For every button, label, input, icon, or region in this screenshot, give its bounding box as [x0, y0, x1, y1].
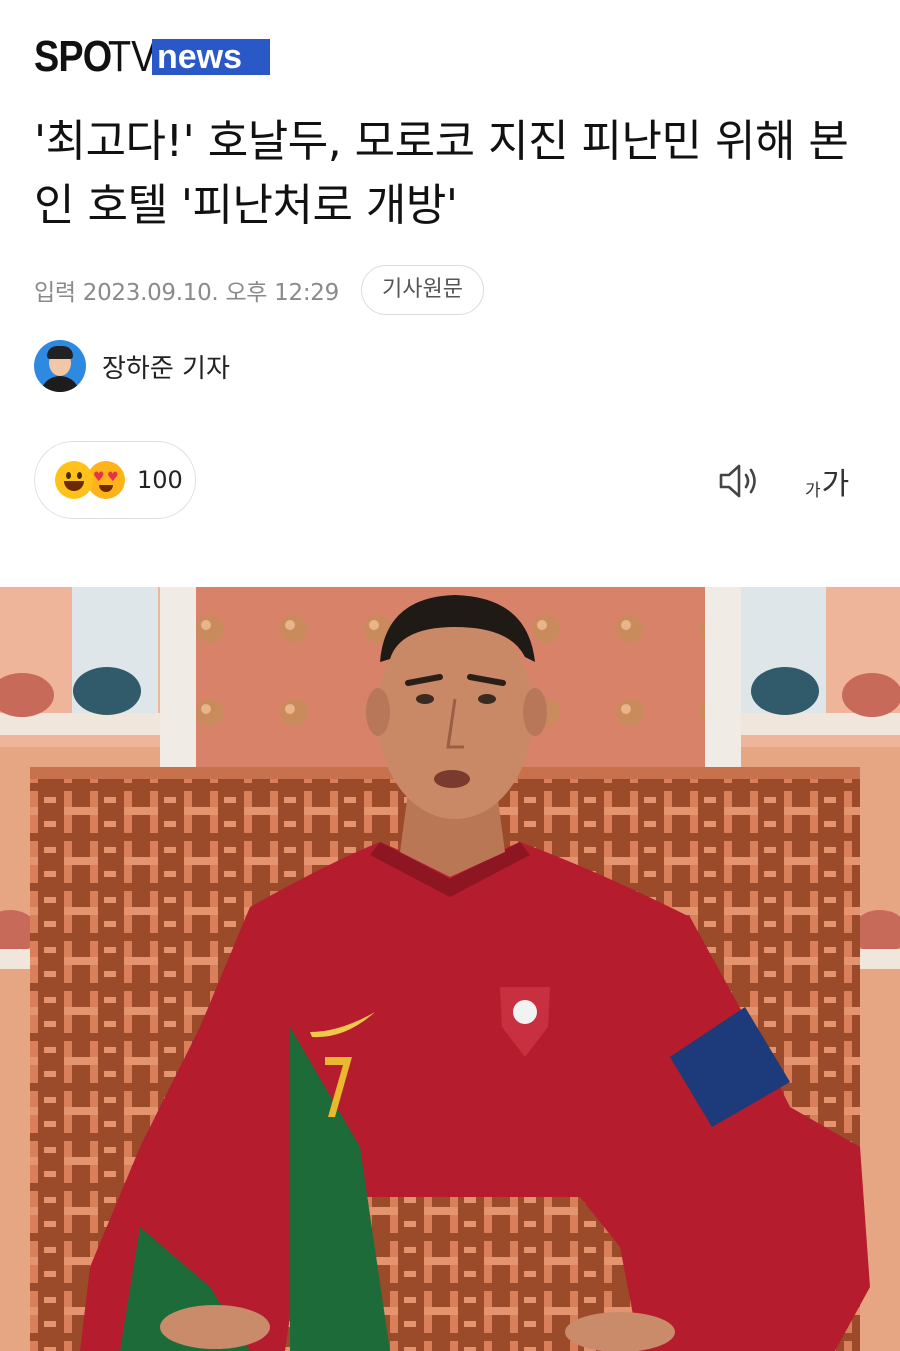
reaction-button[interactable]: ♥ ♥ 100: [34, 441, 196, 519]
author-name: 장하준 기자: [102, 353, 230, 384]
font-size-large-label: 가: [821, 467, 850, 502]
font-size-small-label: 가: [805, 481, 821, 501]
published-date: 입력 2023.09.10. 오후 12:29: [34, 280, 339, 306]
spotv-news-logo[interactable]: SPO TV news: [34, 32, 270, 81]
logo-news-badge: news: [152, 39, 270, 75]
logo-tv-text: TV: [107, 32, 157, 81]
speaker-icon[interactable]: [718, 462, 762, 500]
author-byline[interactable]: 장하준 기자: [34, 340, 230, 392]
logo-spo-text: SPO: [34, 32, 112, 81]
original-article-button[interactable]: 기사원문: [360, 265, 484, 315]
author-avatar: [34, 340, 86, 392]
reaction-count: 100: [137, 466, 183, 494]
font-size-icon[interactable]: 가 가: [805, 458, 849, 502]
article-title: '최고다!' 호날두, 모로코 지진 피난민 위해 본인 호텔 '피난처로 개방…: [34, 116, 849, 231]
article-meta: 입력 2023.09.10. 오후 12:29 기사원문: [34, 265, 484, 315]
smile-emoji-icon: [55, 461, 93, 499]
article-photo: [0, 587, 900, 1351]
